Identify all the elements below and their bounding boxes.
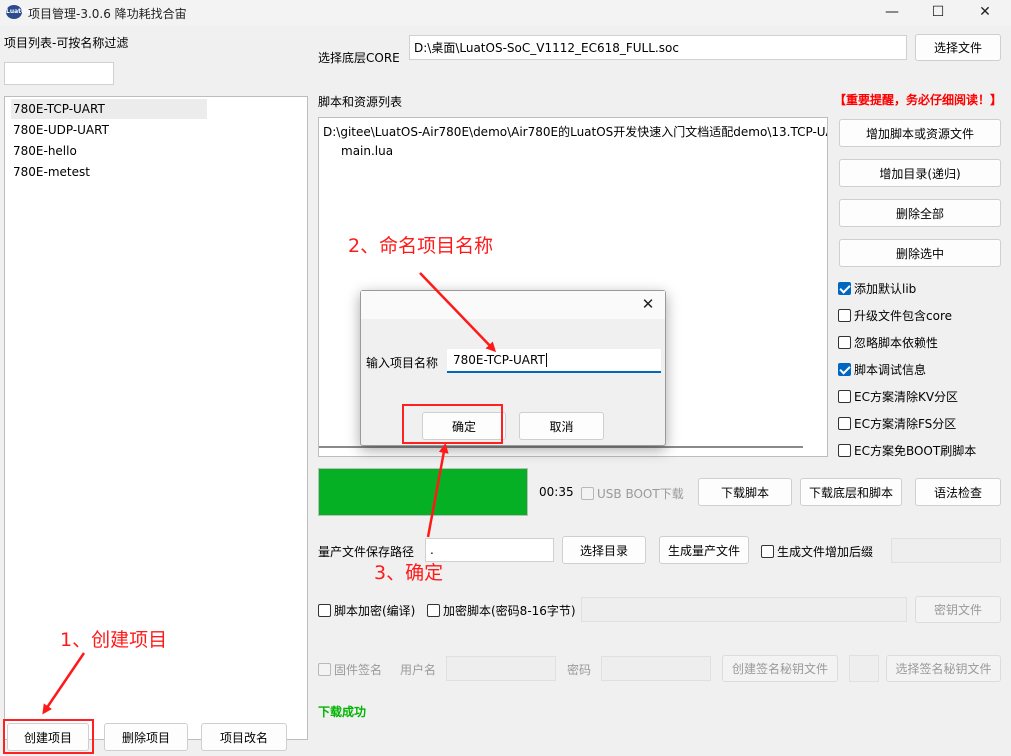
annotation-step2: 2、命名项目名称: [348, 235, 494, 257]
annotation-step3: 3、确定: [374, 562, 444, 584]
annotation-step1: 1、创建项目: [60, 629, 168, 651]
arrow-step3: [426, 443, 449, 538]
arrow-step2: [419, 272, 497, 353]
arrow-step1: [42, 652, 86, 715]
